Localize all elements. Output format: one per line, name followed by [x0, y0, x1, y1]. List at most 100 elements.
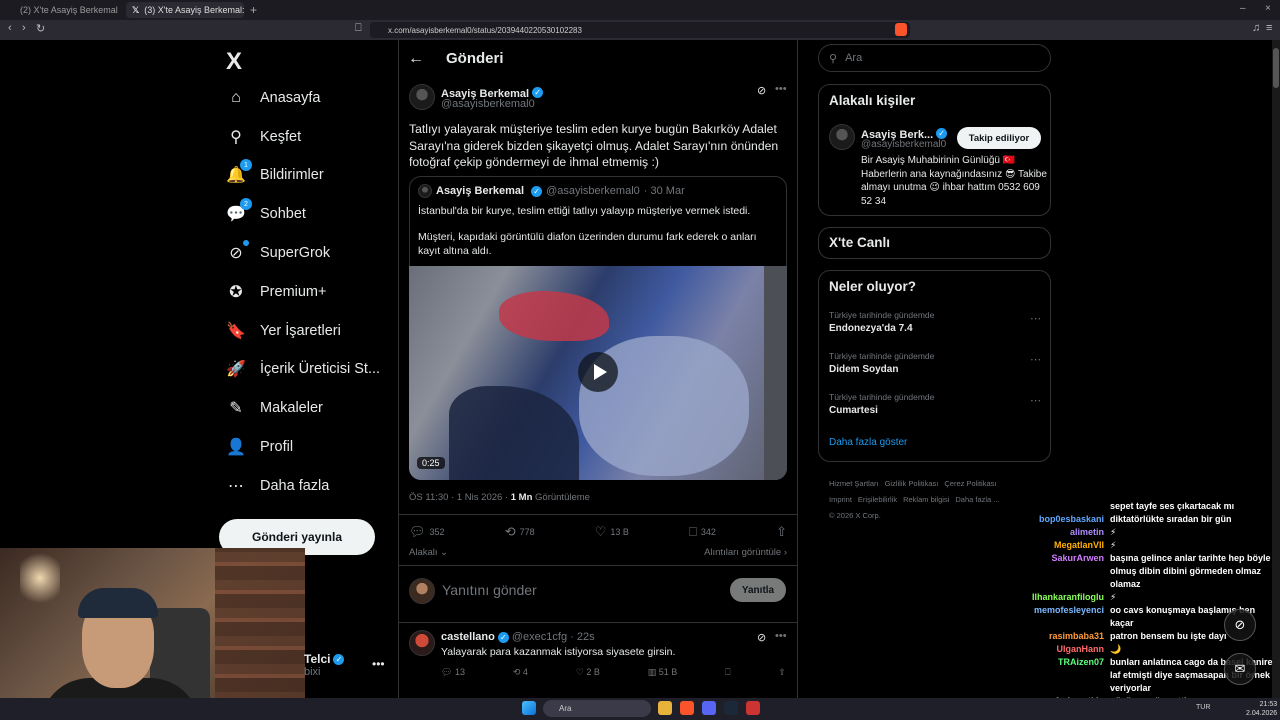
- reply-button[interactable]: 💬︎ 352: [409, 524, 445, 540]
- file-explorer-icon[interactable]: [658, 701, 672, 715]
- app-icon[interactable]: [746, 701, 760, 715]
- grok-icon[interactable]: ⊘: [757, 84, 766, 97]
- chat-username: alimetin: [1069, 527, 1104, 537]
- verified-icon: ✓: [531, 185, 543, 197]
- reply-submit-button[interactable]: Yanıtla: [730, 578, 786, 602]
- author-handle[interactable]: @asayisberkemal0: [441, 98, 535, 110]
- premium-icon: ✪: [229, 284, 243, 301]
- reply-repost-button[interactable]: ⟲ 4: [513, 667, 528, 678]
- following-button[interactable]: Takip ediliyor: [957, 127, 1041, 149]
- scrollbar-thumb[interactable]: [1273, 48, 1279, 88]
- reply-author[interactable]: castellano: [441, 631, 495, 643]
- browser-tab-1[interactable]: (2) X'te Asayiş Berkemal: "İstanbul'da b…: [14, 2, 118, 18]
- close-window-icon[interactable]: ×: [1265, 3, 1271, 14]
- show-more-link[interactable]: Daha fazla göster: [829, 437, 907, 448]
- sidebar-item-0[interactable]: ⌂ Anasayfa: [226, 79, 320, 117]
- reply-share-button[interactable]: ⇧: [778, 667, 786, 678]
- steam-icon[interactable]: [724, 701, 738, 715]
- trend-item[interactable]: Türkiye tarihinde gündemde Didem Soydan ⋯: [829, 351, 1041, 375]
- divider: [399, 565, 797, 566]
- sort-dropdown[interactable]: Alakalı ⌄: [409, 547, 448, 558]
- reply-like-button[interactable]: ♡ 2 B: [576, 667, 600, 678]
- chat-username: UlganHann: [1056, 644, 1104, 654]
- footer-link[interactable]: Daha fazla ...: [955, 495, 999, 504]
- url-bar[interactable]: x.com/asayisberkemal0/status/20394402205…: [370, 22, 910, 38]
- sidebar-item-label: İçerik Üreticisi St...: [260, 361, 381, 377]
- trend-item[interactable]: Türkiye tarihinde gündemde Cumartesi ⋯: [829, 392, 1041, 416]
- windows-start-icon[interactable]: [522, 701, 536, 715]
- footer-link[interactable]: Reklam bilgisi: [903, 495, 949, 504]
- chat-message: alimetin ⚡: [1030, 526, 1280, 539]
- chat-message: sepet tayfe ses çıkartacak mı: [1030, 500, 1280, 513]
- browser-tab-2[interactable]: 𝕏 (3) X'te Asayiş Berkemal: "Tatlıyı... …: [126, 2, 244, 18]
- live-title: X'te Canlı: [829, 235, 890, 250]
- sidebar-item-8[interactable]: ✎ Makaleler: [226, 389, 323, 427]
- grok-icon[interactable]: ⊘: [757, 631, 766, 644]
- menu-icon[interactable]: ≡: [1266, 22, 1272, 34]
- reload-icon[interactable]: ↻: [36, 22, 45, 35]
- footer-link[interactable]: Hizmet Şartları: [829, 479, 879, 488]
- sidebar-item-10[interactable]: ⋯ Daha fazla: [226, 467, 329, 505]
- bookmark-page-icon[interactable]: ⎕: [355, 22, 362, 35]
- trend-more-icon[interactable]: ⋯: [1030, 312, 1041, 325]
- chat-message: bop0esbaskani diktatörlükte sıradan bir g…: [1030, 513, 1280, 526]
- profile-icon: 👤: [226, 439, 246, 456]
- sidebar-item-1[interactable]: ⚲ Keşfet: [226, 118, 301, 156]
- footer-link[interactable]: Gizlilik Politikası: [885, 479, 939, 488]
- view-quotes-link[interactable]: Alıntıları görüntüle ›: [704, 547, 787, 558]
- repost-button[interactable]: ⟲ 778: [505, 524, 535, 540]
- trend-item[interactable]: Türkiye tarihinde gündemde Endonezya'da 7…: [829, 310, 1041, 334]
- sidebar-item-6[interactable]: 🔖 Yer İşaretleri: [226, 312, 341, 350]
- trend-more-icon[interactable]: ⋯: [1030, 353, 1041, 366]
- new-tab-icon[interactable]: +: [250, 3, 257, 17]
- sidebar-item-label: Yer İşaretleri: [260, 323, 341, 339]
- x-logo-icon[interactable]: X: [226, 48, 242, 76]
- forward-icon[interactable]: ›: [22, 22, 26, 34]
- account-more-icon[interactable]: •••: [372, 657, 385, 671]
- share-icon: ⇧: [776, 524, 787, 539]
- clock[interactable]: 21:53 2.04.2026: [1246, 700, 1277, 718]
- search-input[interactable]: ⚲ Ara: [818, 44, 1051, 72]
- footer-links: Hizmet Şartları Gizlilik Politikası Çerez …: [829, 476, 1049, 524]
- footer-link[interactable]: Imprint: [829, 495, 852, 504]
- reply-avatar[interactable]: [409, 630, 435, 656]
- footer-link[interactable]: © 2026 X Corp.: [829, 511, 881, 520]
- reply-input[interactable]: Yanıtını gönder: [442, 582, 537, 598]
- post-timestamp[interactable]: ÖS 11:30 · 1 Nis 2026 ·: [409, 492, 511, 503]
- minimize-icon[interactable]: –: [1240, 3, 1246, 14]
- trend-more-icon[interactable]: ⋯: [1030, 394, 1041, 407]
- sidebar-item-5[interactable]: ✪ Premium+: [226, 273, 326, 311]
- sidebar-item-4[interactable]: ⊘ SuperGrok: [226, 234, 330, 272]
- more-icon[interactable]: •••: [775, 630, 787, 642]
- sidebar-item-9[interactable]: 👤 Profil: [226, 428, 293, 466]
- sidebar-item-3[interactable]: 💬 2 Sohbet: [226, 195, 306, 233]
- messages-fab-icon[interactable]: ✉: [1224, 653, 1256, 685]
- grok-fab-icon[interactable]: ⊘: [1224, 609, 1256, 641]
- like-button[interactable]: ♡ 13 B: [595, 524, 629, 540]
- related-avatar[interactable]: [829, 124, 855, 150]
- page-title: Gönderi: [446, 50, 504, 67]
- language-indicator[interactable]: TUR: [1196, 704, 1210, 711]
- back-arrow-icon[interactable]: ←: [408, 50, 424, 68]
- playlist-icon[interactable]: ♫: [1252, 22, 1260, 34]
- reply-views-button[interactable]: ▥ 51 B: [648, 667, 678, 678]
- play-button[interactable]: [578, 352, 618, 392]
- sidebar-item-2[interactable]: 🔔 1 Bildirimler: [226, 156, 324, 194]
- reply-bookmark-button[interactable]: ⎕: [725, 667, 730, 678]
- grok-icon: ⊘: [226, 240, 249, 263]
- discord-icon[interactable]: [702, 701, 716, 715]
- more-icon[interactable]: •••: [775, 83, 787, 95]
- taskbar-search[interactable]: Ara: [543, 700, 651, 717]
- footer-link[interactable]: Çerez Politikası: [944, 479, 996, 488]
- account-name[interactable]: Telci ✓: [304, 652, 345, 666]
- back-icon[interactable]: ‹: [8, 22, 12, 34]
- author-avatar[interactable]: [409, 84, 435, 110]
- footer-link[interactable]: Erişilebilirlik: [858, 495, 897, 504]
- bookmark-button[interactable]: ⎕ 342: [689, 524, 716, 540]
- share-button[interactable]: ⇧: [776, 524, 787, 540]
- sidebar-item-7[interactable]: 🚀 İçerik Üreticisi St...: [226, 350, 380, 388]
- quote-date: · 30 Mar: [643, 185, 685, 197]
- reply-reply-button[interactable]: 💬︎ 13: [441, 667, 465, 678]
- brave-browser-icon[interactable]: [680, 701, 694, 715]
- brave-shield-icon[interactable]: [895, 23, 907, 36]
